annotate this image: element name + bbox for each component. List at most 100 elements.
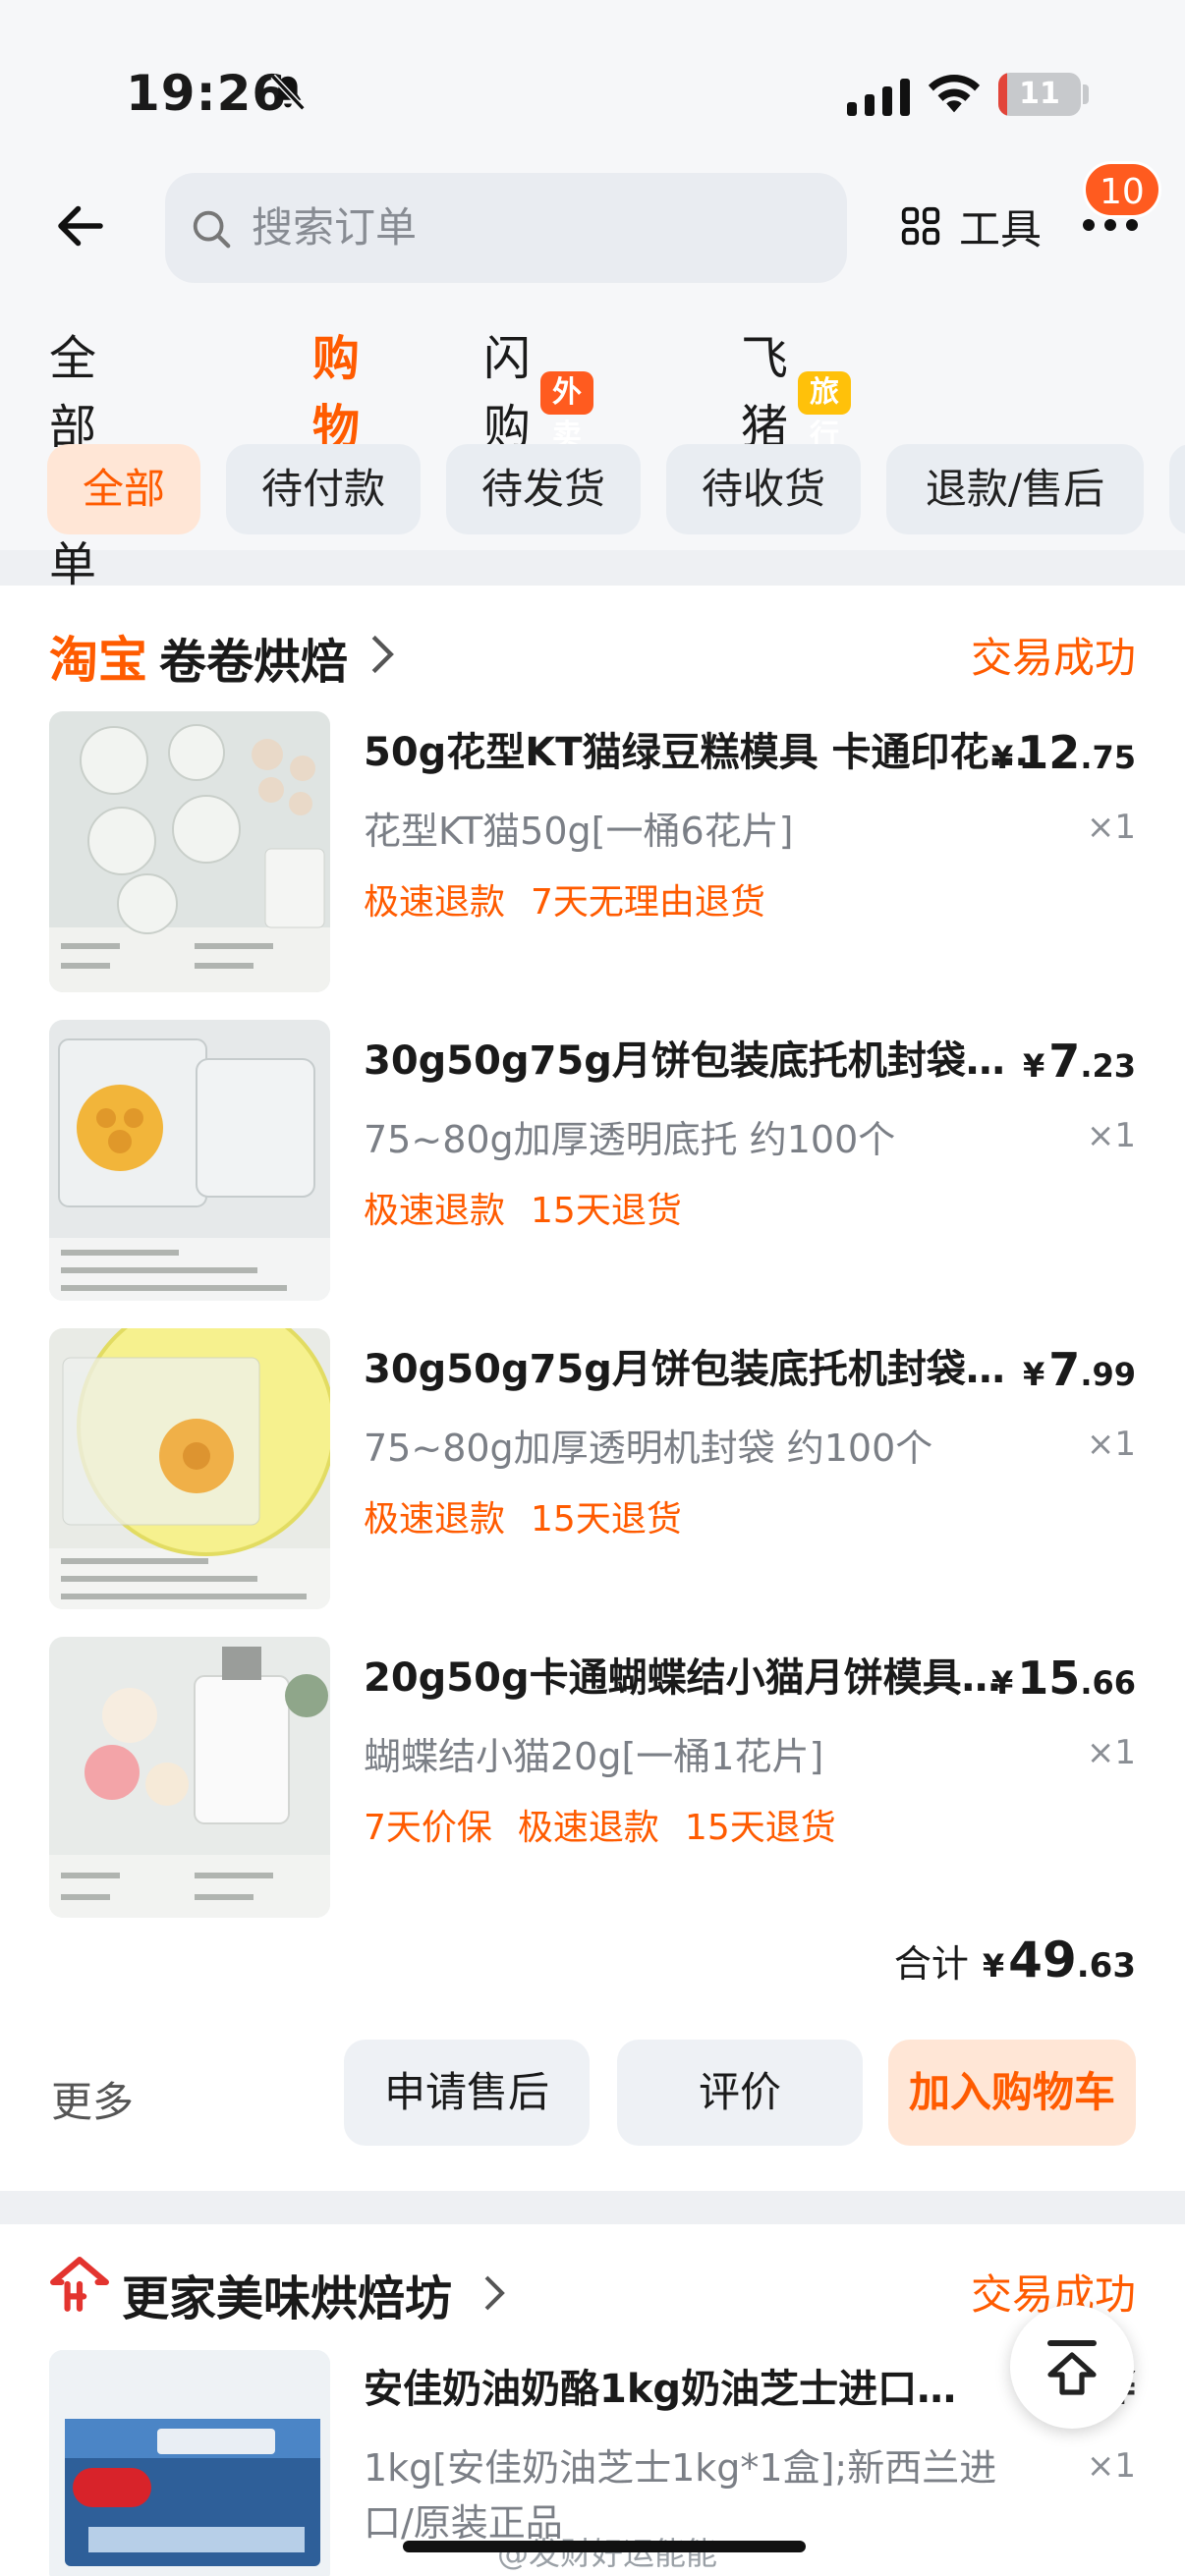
product-quantity: ×1: [1086, 1733, 1136, 1772]
notification-badge: 10: [1083, 161, 1161, 218]
chevron-right-icon: [484, 2275, 505, 2311]
currency-symbol: ¥: [991, 1664, 1014, 1702]
chip-more[interactable]: [1169, 444, 1185, 534]
service-tag: 极速退款: [517, 1808, 659, 1848]
battery-cap: [1083, 84, 1089, 104]
order-item[interactable]: 30g50g75g月饼包装底托机封袋透明 ¥7.23 75~80g加厚透明底托 …: [49, 1020, 1136, 1301]
search-placeholder: 搜索订单: [252, 203, 418, 252]
service-tag: 极速退款: [364, 1191, 506, 1231]
cellular-signal-icon: [847, 79, 910, 116]
shop-name: 卷卷烘焙: [159, 635, 349, 690]
product-quantity: ×1: [1086, 2446, 1136, 2486]
shop-name[interactable]: 更家美味烘焙坊: [122, 2260, 452, 2328]
price-integer: 15: [1017, 1652, 1081, 1705]
service-tag: 7天无理由退货: [531, 882, 765, 923]
arrow-up-icon: [1047, 2340, 1097, 2395]
price-decimal: .99: [1080, 1356, 1136, 1393]
tools-label: 工具: [959, 204, 1043, 253]
chip-pending-payment[interactable]: 待付款: [226, 444, 421, 534]
total-decimal: .63: [1076, 1946, 1136, 1986]
grid-tools-icon: [901, 206, 940, 246]
tab-label: 飞猪: [741, 331, 789, 455]
product-image: [49, 2350, 330, 2576]
product-title: 安佳奶油奶酪1kg奶油芝士进口原装: [364, 2367, 983, 2412]
status-bar: 19:26 11: [0, 0, 1185, 167]
back-arrow-icon[interactable]: [51, 196, 110, 255]
product-price: ¥15.66: [991, 1649, 1136, 1712]
product-spec: 75~80g加厚透明底托 约100个: [364, 1118, 896, 1161]
search-input[interactable]: 搜索订单: [165, 173, 847, 283]
service-tags: 极速退款 15天退货: [364, 1185, 707, 1238]
product-quantity: ×1: [1086, 1116, 1136, 1155]
service-tag: 极速退款: [364, 882, 506, 923]
order-total: 合计 ¥ 49 .63: [894, 1932, 1136, 1988]
order-card: 淘宝 卷卷烘焙 交易成功 50g花型KT猫绿豆糕模具 卡通印花模具 ¥12.75…: [0, 586, 1185, 2191]
product-spec: 75~80g加厚透明机封袋 约100个: [364, 1427, 933, 1470]
product-title: 50g花型KT猫绿豆糕模具 卡通印花模具: [364, 730, 1032, 775]
product-title: 30g50g75g月饼包装底托机封袋透明: [364, 1347, 1032, 1392]
status-time: 19:26: [126, 65, 288, 122]
wifi-icon: [928, 74, 981, 113]
tab-label: 闪购: [483, 331, 532, 455]
total-label: 合计: [893, 1942, 969, 1986]
filter-chips: 全部 待付款 待发货 待收货 退款/售后: [0, 444, 1185, 534]
taobao-logo: 淘宝: [49, 632, 147, 689]
more-link[interactable]: 更多: [51, 2069, 134, 2129]
enterprise-shop-icon: [50, 2257, 109, 2312]
order-card: 更家美味烘焙坊 交易成功 安佳奶油奶酪1kg奶油芝士进口原装 ¥ 1kg[安佳奶…: [0, 2224, 1185, 2576]
service-tag: 15天退货: [531, 1191, 682, 1231]
tab-shopping[interactable]: 购物: [309, 324, 364, 479]
product-spec: 蝴蝶结小猫20g[一桶1花片]: [364, 1735, 824, 1778]
currency-symbol: ¥: [1023, 1356, 1045, 1393]
order-item[interactable]: 20g50g卡通蝴蝶结小猫月饼模具家用 ¥15.66 蝴蝶结小猫20g[一桶1花…: [49, 1637, 1136, 1918]
product-title: 30g50g75g月饼包装底托机封袋透明: [364, 1038, 1032, 1084]
product-price: ¥7.23: [1023, 1032, 1136, 1095]
price-decimal: .66: [1080, 1664, 1136, 1702]
shop-header[interactable]: 淘宝 卷卷烘焙 交易成功: [49, 615, 1136, 694]
chip-refund-aftersale[interactable]: 退款/售后: [886, 444, 1144, 534]
product-quantity: ×1: [1086, 808, 1136, 847]
travel-tag: 旅行: [798, 371, 852, 453]
price-integer: 7: [1048, 1343, 1081, 1396]
takeout-tag: 外卖: [540, 371, 594, 453]
battery-indicator: 11: [998, 73, 1081, 116]
price-decimal: .75: [1080, 739, 1136, 776]
product-image: [49, 711, 330, 992]
chip-pending-shipment[interactable]: 待发货: [446, 444, 641, 534]
service-tags: 极速退款 7天无理由退货: [364, 876, 791, 929]
tab-label: 购物: [312, 331, 361, 455]
after-sale-button[interactable]: 申请售后: [344, 2040, 590, 2146]
tools-button[interactable]: 工具: [898, 196, 1042, 255]
product-image: [49, 1328, 330, 1609]
currency-symbol: ¥: [982, 1947, 1005, 1985]
chip-all[interactable]: 全部: [47, 444, 200, 534]
tab-fliggy[interactable]: 飞猪 旅行: [741, 324, 852, 462]
service-tag: 15天退货: [684, 1808, 836, 1848]
mute-bell-icon: [270, 74, 306, 111]
currency-symbol: ¥: [991, 739, 1014, 776]
service-tag: 极速退款: [364, 1499, 506, 1540]
total-integer: 49: [1008, 1932, 1077, 1988]
back-to-top-button[interactable]: [1010, 2305, 1134, 2429]
product-quantity: ×1: [1086, 1425, 1136, 1464]
service-tags: 极速退款 15天退货: [364, 1493, 707, 1546]
tab-flash[interactable]: 闪购 外卖: [483, 324, 594, 462]
price-integer: 7: [1048, 1035, 1081, 1088]
chip-pending-receipt[interactable]: 待收货: [666, 444, 861, 534]
order-status: 交易成功: [970, 634, 1136, 682]
home-indicator[interactable]: [403, 2541, 806, 2552]
product-spec: 花型KT猫50g[一桶6花片]: [364, 810, 794, 853]
service-tags: 7天价保 极速退款 15天退货: [364, 1802, 862, 1855]
add-to-cart-button[interactable]: 加入购物车: [888, 2040, 1136, 2146]
battery-level: 11: [1019, 77, 1060, 111]
currency-symbol: ¥: [1023, 1047, 1045, 1085]
product-image: [49, 1020, 330, 1301]
price-decimal: .23: [1080, 1047, 1136, 1085]
product-price: ¥7.99: [1023, 1340, 1136, 1404]
price-integer: 12: [1017, 726, 1081, 779]
review-button[interactable]: 评价: [617, 2040, 863, 2146]
order-item[interactable]: 30g50g75g月饼包装底托机封袋透明 ¥7.99 75~80g加厚透明机封袋…: [49, 1328, 1136, 1609]
service-tag: 15天退货: [531, 1499, 682, 1540]
product-title: 20g50g卡通蝴蝶结小猫月饼模具家用: [364, 1655, 1032, 1701]
order-item[interactable]: 50g花型KT猫绿豆糕模具 卡通印花模具 ¥12.75 花型KT猫50g[一桶6…: [49, 711, 1136, 992]
